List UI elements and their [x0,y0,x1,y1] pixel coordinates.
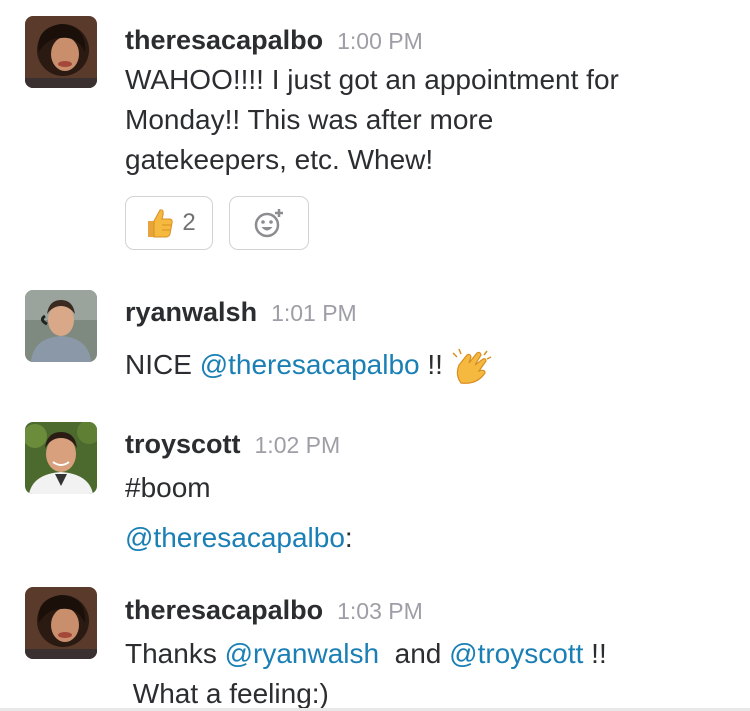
author-name[interactable]: theresacapalbo [125,25,323,55]
message-text: Thanks [125,638,225,669]
author-name[interactable]: theresacapalbo [125,595,323,625]
message-header: troyscott 1:02 PM [125,424,340,464]
avatar[interactable] [25,422,97,494]
message-header: theresacapalbo 1:03 PM [125,590,423,630]
message-body: WAHOO!!!! I just got an appointment for … [125,60,725,180]
author-name[interactable]: troyscott [125,429,241,459]
message-line: Monday!! This was after more [125,104,494,135]
reaction-count: 2 [182,209,196,236]
message-feed: theresacapalbo 1:00 PM WAHOO!!!! I just g… [0,0,750,711]
message-text: NICE [125,349,200,380]
mention-link[interactable]: @theresacapalbo [125,522,345,553]
avatar[interactable] [25,587,97,659]
mention-link[interactable]: @troyscott [449,638,583,669]
message-header: theresacapalbo 1:00 PM [125,20,423,60]
reactions-bar: 2 [125,196,309,250]
message-line: What a feeling:) [125,678,329,709]
avatar[interactable] [25,16,97,88]
timestamp[interactable]: 1:02 PM [255,432,341,458]
add-reaction-icon [254,209,283,238]
mention-link[interactable]: @ryanwalsh [225,638,379,669]
message-body: #boom @theresacapalbo: [125,468,725,558]
message-line: WAHOO!!!! I just got an appointment for [125,64,619,95]
message-text: and [379,638,450,669]
clapping-hands-icon [452,348,492,384]
message-line: gatekeepers, etc. Whew! [125,144,434,175]
add-reaction-button[interactable] [229,196,309,250]
message-line: Thanks @ryanwalsh and @troyscott !! [125,634,725,674]
avatar-image [25,587,97,659]
message-text: : [344,522,353,553]
timestamp[interactable]: 1:03 PM [337,598,423,624]
message-body: Thanks @ryanwalsh and @troyscott !! What… [125,634,725,711]
message-text: !! [419,349,451,380]
thumbs-up-icon [148,209,174,238]
message-text: !! [583,638,607,669]
mention-line: @theresacapalbo: [125,518,725,558]
avatar-image [25,422,97,494]
mention-link[interactable]: @theresacapalbo [200,349,420,380]
hashtag-text: #boom [125,472,211,503]
avatar-image [25,290,97,362]
avatar[interactable] [25,290,97,362]
message-body: NICE @theresacapalbo !! [125,345,725,387]
timestamp[interactable]: 1:01 PM [271,300,357,326]
timestamp[interactable]: 1:00 PM [337,28,423,54]
author-name[interactable]: ryanwalsh [125,297,257,327]
reaction-thumbs-up[interactable]: 2 [125,196,213,250]
avatar-image [25,16,97,88]
message-header: ryanwalsh 1:01 PM [125,292,357,332]
